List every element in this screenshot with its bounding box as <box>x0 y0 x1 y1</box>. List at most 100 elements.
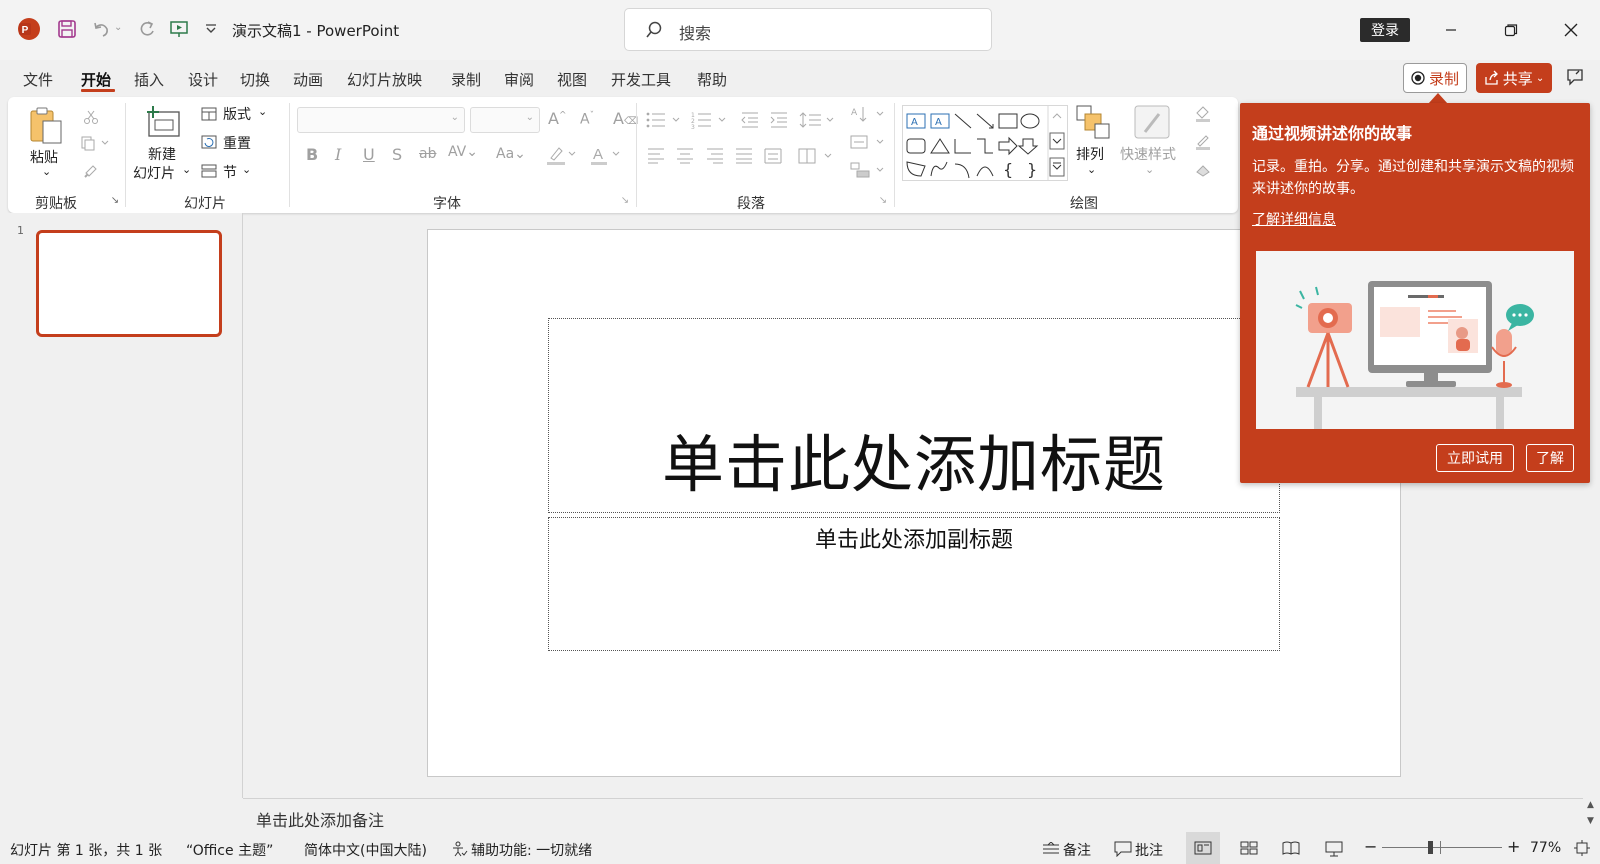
character-spacing-icon[interactable]: AV⌄ <box>448 144 478 160</box>
clear-formatting-icon[interactable]: A⌫ <box>613 109 638 128</box>
layout-dropdown-icon[interactable]: ⌄ <box>258 105 267 118</box>
layout-icon[interactable] <box>200 105 218 123</box>
quick-styles-icon[interactable] <box>1132 103 1172 141</box>
section-icon[interactable] <box>200 162 218 180</box>
zoom-in-icon[interactable]: + <box>1507 837 1520 856</box>
customize-toolbar-icon[interactable] <box>198 16 224 42</box>
paste-icon[interactable] <box>26 105 66 145</box>
text-direction-icon[interactable]: A <box>848 103 888 125</box>
paste-label[interactable]: 粘贴 <box>30 147 58 167</box>
underline-icon[interactable]: U <box>363 145 375 164</box>
normal-view-button[interactable] <box>1186 832 1220 864</box>
arrange-dropdown-icon[interactable]: ⌄ <box>1087 163 1096 176</box>
accessibility-status[interactable]: 辅助功能: 一切就绪 <box>471 840 592 860</box>
zoom-level[interactable]: 77% <box>1530 840 1561 856</box>
tab-developer[interactable]: 开发工具 <box>611 69 671 90</box>
bold-icon[interactable]: B <box>306 145 318 164</box>
shadow-icon[interactable]: S <box>392 145 402 164</box>
record-button[interactable]: 录制 <box>1403 63 1467 93</box>
font-launcher-icon[interactable]: ↘ <box>618 193 632 207</box>
comments-pane-icon[interactable] <box>1564 66 1586 88</box>
arrange-icon[interactable] <box>1074 103 1112 141</box>
title-placeholder[interactable]: 单击此处添加标题 <box>548 318 1280 513</box>
numbering-icon[interactable]: 123 <box>690 109 730 131</box>
distributed-icon[interactable] <box>761 145 785 167</box>
tab-insert[interactable]: 插入 <box>134 69 164 90</box>
clipboard-launcher-icon[interactable]: ↘ <box>108 193 122 207</box>
notes-scrollbar[interactable]: ▲ ▼ <box>1583 798 1600 832</box>
got-it-button[interactable]: 了解 <box>1526 444 1574 472</box>
shape-outline-icon[interactable] <box>1192 131 1214 151</box>
quick-styles-label[interactable]: 快速样式 <box>1120 144 1176 164</box>
strikethrough-icon[interactable]: ab <box>419 146 436 162</box>
slide-sorter-icon[interactable] <box>1240 841 1258 855</box>
quick-styles-dropdown-icon[interactable]: ⌄ <box>1145 163 1154 176</box>
bullets-icon[interactable] <box>644 109 684 131</box>
decrease-indent-icon[interactable] <box>738 109 762 131</box>
share-button[interactable]: 共享 ⌄ <box>1476 63 1552 93</box>
change-case-icon[interactable]: Aa⌄ <box>496 146 526 162</box>
learn-more-link[interactable]: 了解详细信息 <box>1252 209 1336 229</box>
slideshow-view-icon[interactable] <box>1325 841 1343 857</box>
scroll-down-icon[interactable]: ▼ <box>1587 816 1594 826</box>
tab-file[interactable]: 文件 <box>23 69 53 90</box>
paste-dropdown-icon[interactable]: ⌄ <box>42 165 51 178</box>
decrease-font-icon[interactable]: Aˇ <box>580 111 594 128</box>
smartart-icon[interactable] <box>848 159 888 181</box>
tab-view[interactable]: 视图 <box>557 69 587 90</box>
font-color-icon[interactable]: A <box>588 143 622 167</box>
reset-label[interactable]: 重置 <box>223 133 251 153</box>
fit-to-window-icon[interactable] <box>1574 840 1590 856</box>
highlight-color-icon[interactable] <box>544 143 578 167</box>
shape-fill-icon[interactable] <box>1192 103 1214 123</box>
layout-label[interactable]: 版式 <box>223 104 251 124</box>
close-icon[interactable] <box>1548 14 1594 46</box>
align-left-icon[interactable] <box>644 145 668 167</box>
format-painter-icon[interactable] <box>80 161 102 181</box>
font-size-select[interactable]: ⌄ <box>470 107 540 133</box>
notes-toggle[interactable]: 备注 <box>1063 840 1091 860</box>
line-spacing-icon[interactable] <box>798 109 838 131</box>
align-right-icon[interactable] <box>703 145 727 167</box>
undo-dropdown-icon[interactable]: ⌄ <box>114 22 122 33</box>
tab-transitions[interactable]: 切换 <box>240 69 270 90</box>
increase-indent-icon[interactable] <box>767 109 791 131</box>
reset-icon[interactable] <box>200 133 218 151</box>
cut-icon[interactable] <box>80 107 102 127</box>
new-slide-label-1[interactable]: 新建 <box>148 144 176 164</box>
sign-in-button[interactable]: 登录 <box>1360 18 1410 42</box>
tab-review[interactable]: 审阅 <box>504 69 534 90</box>
save-icon[interactable] <box>54 16 80 42</box>
language-indicator[interactable]: 简体中文(中国大陆) <box>304 840 427 860</box>
tab-animations[interactable]: 动画 <box>293 69 323 90</box>
tab-help[interactable]: 帮助 <box>697 69 727 90</box>
columns-icon[interactable] <box>796 145 836 167</box>
reading-view-icon[interactable] <box>1282 841 1300 855</box>
section-dropdown-icon[interactable]: ⌄ <box>242 163 251 176</box>
subtitle-placeholder[interactable]: 单击此处添加副标题 <box>548 517 1280 651</box>
new-slide-dropdown-icon[interactable]: ⌄ <box>182 163 191 176</box>
tab-record[interactable]: 录制 <box>451 69 481 90</box>
try-now-button[interactable]: 立即试用 <box>1436 444 1514 472</box>
redo-icon[interactable] <box>134 16 160 42</box>
notes-pane[interactable]: 单击此处添加备注 <box>243 798 1583 832</box>
search-box[interactable]: 搜索 <box>624 8 992 51</box>
section-label[interactable]: 节 <box>223 162 237 182</box>
font-name-select[interactable]: ⌄ <box>297 107 465 133</box>
restore-icon[interactable] <box>1488 14 1534 46</box>
share-dropdown-icon[interactable]: ⌄ <box>1536 73 1544 84</box>
comments-toggle[interactable]: 批注 <box>1135 840 1163 860</box>
slide-thumbnail[interactable] <box>36 230 222 337</box>
increase-font-icon[interactable]: A^ <box>548 109 567 128</box>
present-from-start-icon[interactable] <box>166 16 192 42</box>
copy-icon[interactable] <box>78 133 112 153</box>
new-slide-label-2[interactable]: 幻灯片 <box>133 163 175 183</box>
pane-splitter[interactable] <box>242 213 243 798</box>
align-text-icon[interactable] <box>848 131 888 153</box>
scroll-up-icon[interactable]: ▲ <box>1587 800 1594 810</box>
shape-effects-icon[interactable] <box>1192 159 1214 179</box>
justify-icon[interactable] <box>732 145 756 167</box>
tab-design[interactable]: 设计 <box>188 69 218 90</box>
zoom-out-icon[interactable]: − <box>1364 837 1377 856</box>
shapes-gallery[interactable]: A A { } <box>902 105 1068 181</box>
